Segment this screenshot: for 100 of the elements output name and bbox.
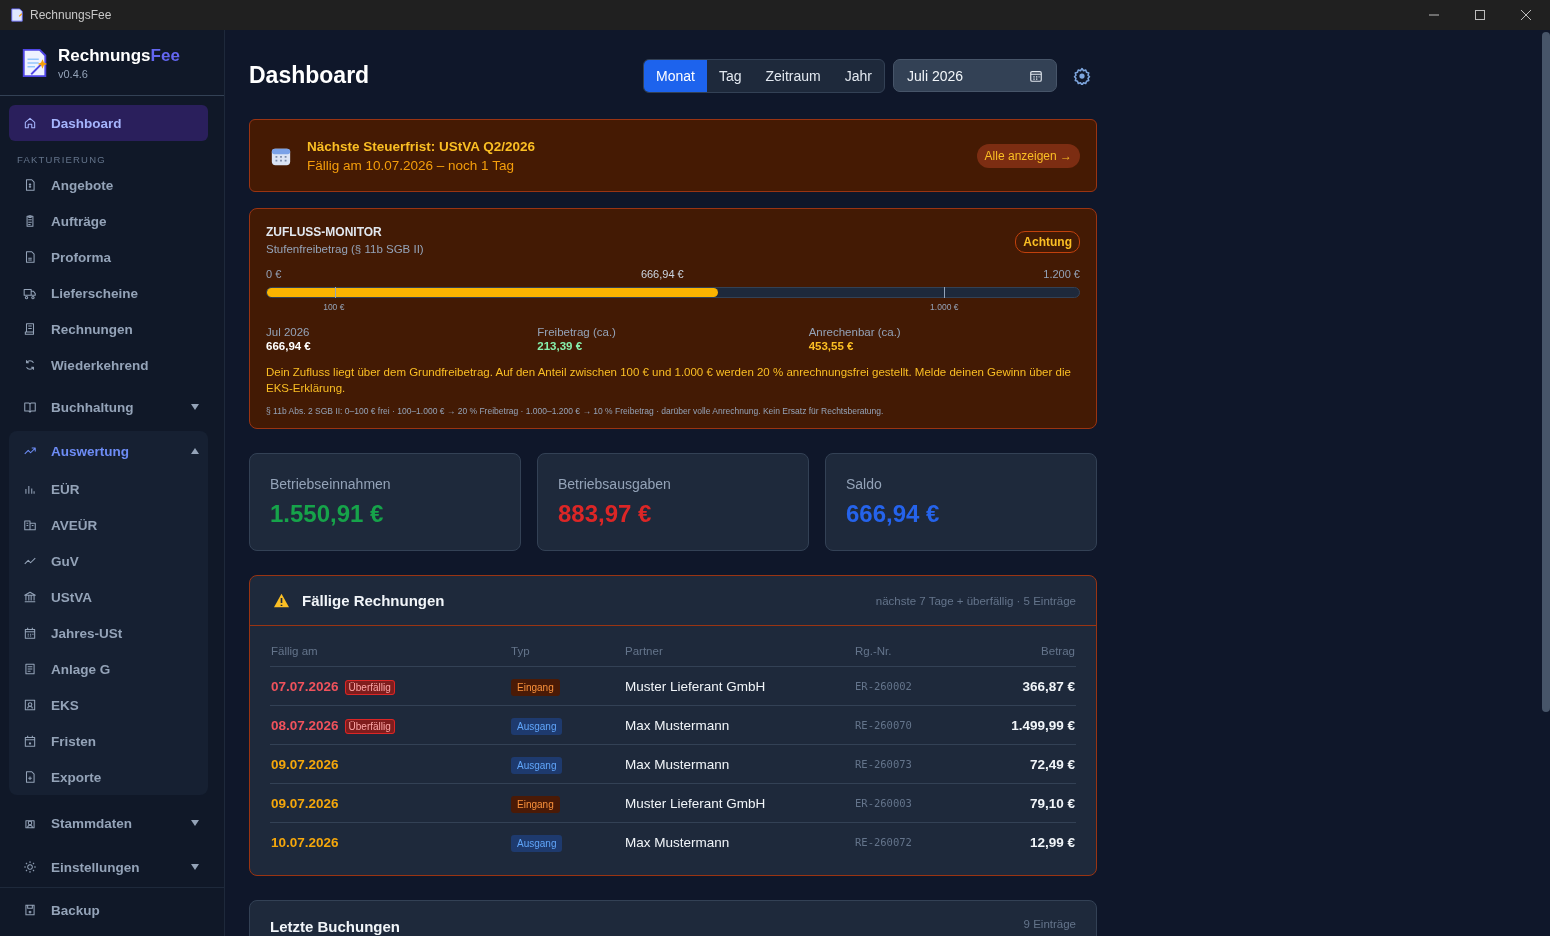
refresh-icon	[23, 358, 37, 372]
tick-label: 1.000 €	[930, 302, 959, 312]
due-date: 09.07.2026	[271, 795, 339, 811]
nav-group[interactable]: Buchhaltung	[9, 387, 208, 427]
caret-icon	[190, 862, 200, 872]
caret-icon	[190, 818, 200, 828]
legal-footnote: § 11b Abs. 2 SGB II: 0–100 € frei · 100–1.000 € → 20 % Freibetrag · 1.000–1.200 € → 10 % Freibetrag · darüber volle Anrechnung. Kein Ersatz für Rechtsberatung.	[266, 406, 885, 416]
nav-item[interactable]: UStVA	[9, 579, 208, 615]
save-icon	[23, 903, 37, 917]
document-icon	[23, 770, 37, 784]
settings-icon	[23, 860, 37, 874]
backup-item[interactable]: Backup	[9, 892, 208, 928]
scrollbar-thumb[interactable]	[1542, 32, 1550, 712]
deadline-subtitle: Fällig am 10.07.2026 – noch 1 Tag	[307, 157, 515, 173]
nav-item[interactable]: GuV	[9, 543, 208, 579]
tick-label: 100 €	[323, 302, 345, 312]
scale-max: 1.200 €	[1043, 268, 1080, 280]
monitor-title: ZUFLUSS-MONITOR	[266, 225, 383, 239]
nav-item[interactable]: Dashboard	[9, 105, 208, 141]
overdue-badge: Überfällig	[344, 718, 395, 734]
invoice-number: RE-260073	[854, 744, 959, 784]
period-tab[interactable]: Jahr	[832, 59, 884, 92]
summary-label: Betriebseinnahmen	[270, 476, 392, 492]
date-field[interactable]: Juli 2026	[893, 59, 1057, 92]
period-tab[interactable]: Zeitraum	[753, 59, 833, 92]
nav-group[interactable]: Stammdaten	[9, 803, 208, 843]
partner-cell: Max Mustermann	[624, 705, 854, 745]
summary-value: 666,94 €	[846, 500, 941, 528]
amount-cell: 366,87 €	[958, 666, 1076, 706]
stat-value: 453,55 €	[808, 340, 855, 352]
home-icon	[23, 116, 37, 130]
column-header: Partner	[624, 636, 854, 667]
caret-icon	[190, 446, 200, 456]
nav-item[interactable]: Angebote	[9, 167, 208, 203]
warning-icon	[273, 593, 290, 608]
monitor-subtitle: Stufenfreibetrag (§ 11b SGB II)	[266, 243, 424, 255]
settings-icon[interactable]	[1073, 66, 1091, 85]
nav-item[interactable]: Proforma	[9, 239, 208, 275]
nav-item[interactable]: Fristen	[9, 723, 208, 759]
nav-item[interactable]: Rechnungen	[9, 311, 208, 347]
nav-item[interactable]: EKS	[9, 687, 208, 723]
nav-item[interactable]: Exporte	[9, 759, 208, 795]
nav-item[interactable]: Anlage G	[9, 651, 208, 687]
current-value: 666,94 €	[640, 268, 684, 280]
scale-min: 0 €	[266, 268, 282, 280]
book-icon	[23, 400, 37, 414]
amount-cell: 72,49 €	[958, 744, 1076, 784]
summary-label: Betriebsausgaben	[558, 476, 672, 492]
nav-item[interactable]: Lieferscheine	[9, 275, 208, 311]
partner-cell: Max Mustermann	[624, 744, 854, 784]
column-header: Typ	[510, 636, 624, 667]
period-tab[interactable]: Monat	[644, 59, 707, 92]
card-title: Letzte Buchungen	[270, 918, 401, 935]
calendar-icon[interactable]	[1029, 69, 1043, 83]
calendar-icon	[23, 626, 37, 640]
due-date: 07.07.2026	[271, 678, 339, 694]
card-meta: 9 Einträge	[1023, 918, 1076, 930]
card-meta: nächste 7 Tage + überfällig · 5 Einträge	[875, 594, 1076, 607]
app-name: RechnungsFee	[58, 45, 180, 66]
app-icon	[10, 8, 24, 22]
amount-cell: 79,10 €	[958, 783, 1076, 823]
invoice-number: RE-260070	[854, 705, 959, 745]
building-icon	[23, 518, 37, 532]
type-badge: Ausgang	[511, 756, 563, 774]
close-icon[interactable]	[1520, 9, 1532, 21]
nav-item[interactable]: EÜR	[9, 471, 208, 507]
amount-cell: 1.499,99 €	[958, 705, 1076, 745]
nav-item[interactable]: AVEÜR	[9, 507, 208, 543]
bank-icon	[23, 590, 37, 604]
nav-item[interactable]: Wiederkehrend	[9, 347, 208, 383]
due-date: 10.07.2026	[271, 834, 339, 850]
receipt-icon	[23, 322, 37, 336]
type-badge: Ausgang	[511, 717, 563, 735]
stat-label: Anrechenbar (ca.)	[808, 326, 902, 338]
stat-value: 213,39 €	[537, 340, 584, 352]
nav-item[interactable]: Jahres-USt	[9, 615, 208, 651]
section-label: FAKTURIERUNG	[16, 153, 107, 167]
nav-group[interactable]: Einstellungen	[9, 847, 208, 887]
partner-cell: Muster Lieferant GmbH	[624, 783, 854, 823]
list-icon	[23, 662, 37, 676]
deadline-title: Nächste Steuerfrist: UStVA Q2/2026	[307, 138, 537, 154]
type-badge: Eingang	[511, 678, 560, 696]
monitor-message: Dein Zufluss liegt über dem Grundfreibetrag. Auf den Anteil zwischen 100 € und 1.000 € werden 20 % anrechnungsfrei gestellt. Melde deinen Gewinn über die EKS-Erklärung.	[266, 365, 1072, 396]
caret-icon	[190, 402, 200, 412]
nav-item[interactable]: Aufträge	[9, 203, 208, 239]
partner-cell: Muster Lieferant GmbH	[624, 666, 854, 706]
invoice-number: ER-260003	[854, 783, 959, 823]
type-badge: Ausgang	[511, 834, 563, 852]
amount-cell: 12,99 €	[958, 822, 1076, 861]
maximize-icon[interactable]	[1474, 9, 1486, 21]
summary-value: 1.550,91 €	[270, 500, 385, 528]
show-all-button[interactable]: Alle anzeigen →	[976, 143, 1080, 168]
card-title: Fällige Rechnungen	[302, 592, 446, 609]
summary-value: 883,97 €	[558, 500, 653, 528]
due-date: 08.07.2026	[271, 717, 339, 733]
summary-label: Saldo	[846, 476, 883, 492]
period-tab[interactable]: Tag	[706, 59, 754, 92]
stat-label: Jul 2026	[266, 326, 311, 338]
stat-label: Freibetrag (ca.)	[537, 326, 617, 338]
nav-group[interactable]: Auswertung	[9, 431, 208, 471]
